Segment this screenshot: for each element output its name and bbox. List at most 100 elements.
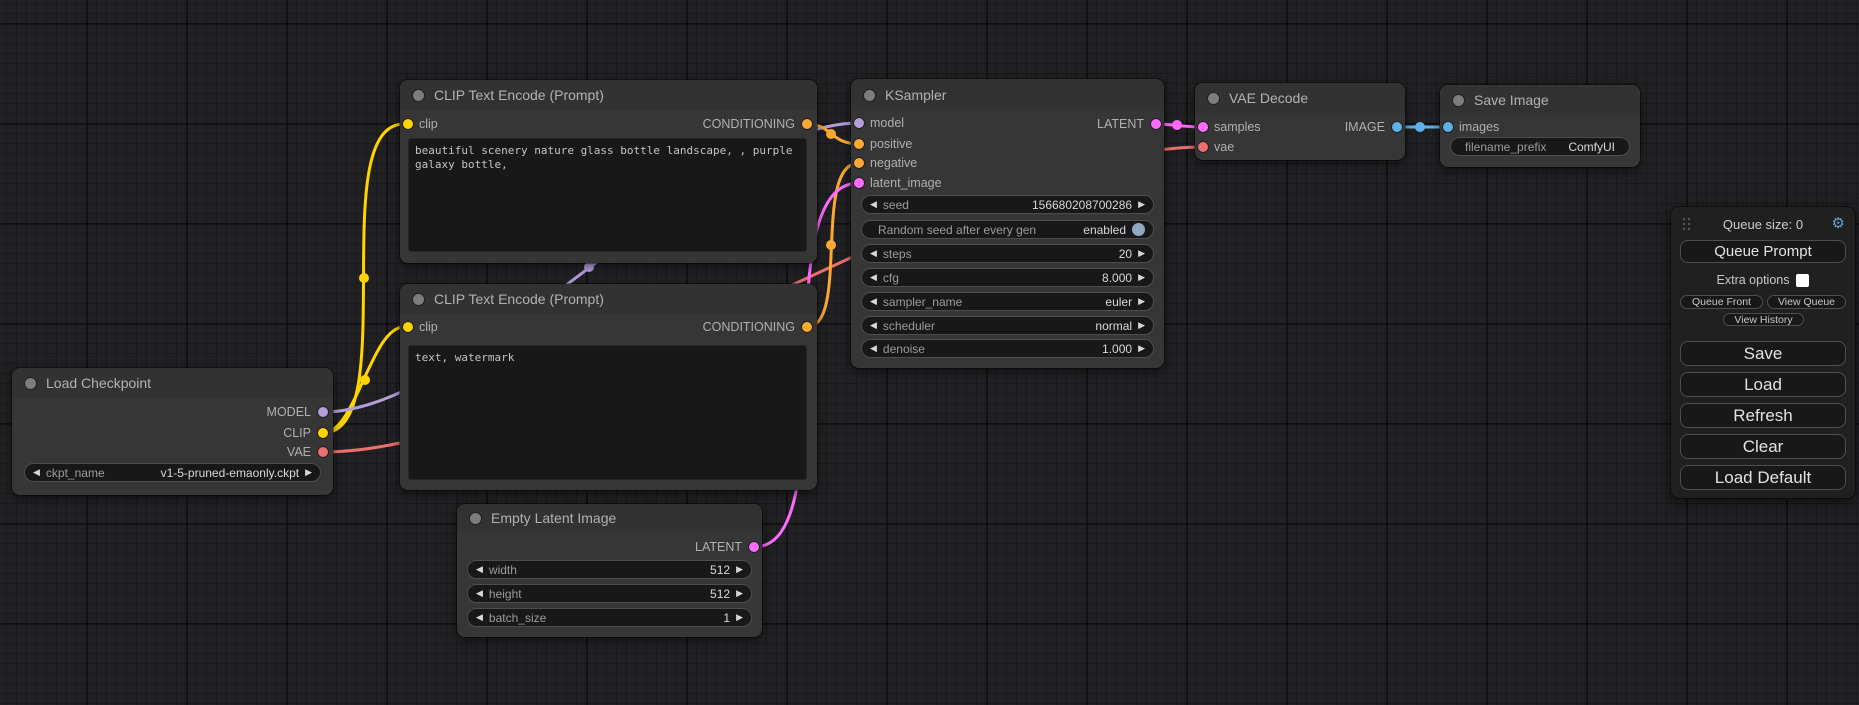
sampler-name-widget[interactable]: ◀ sampler_name euler ▶ [861,292,1154,311]
comfyui-canvas[interactable]: Load Checkpoint MODEL CLIP VAE ◀ ckpt_na… [0,0,1859,705]
input-label: positive [870,137,912,151]
collapse-dot-icon[interactable] [864,90,875,101]
widget-value: 1 [723,611,730,625]
collapse-dot-icon[interactable] [413,90,424,101]
input-port-vae[interactable] [1198,142,1208,152]
decrement-arrow-icon[interactable]: ◀ [476,560,483,579]
decrement-arrow-icon[interactable]: ◀ [33,463,40,482]
input-label: vae [1214,140,1234,154]
output-port-vae[interactable] [318,447,328,457]
input-port-clip[interactable] [403,119,413,129]
input-port-images[interactable] [1443,122,1453,132]
decrement-arrow-icon[interactable]: ◀ [476,608,483,627]
increment-arrow-icon[interactable]: ▶ [736,584,743,603]
increment-arrow-icon[interactable]: ▶ [1138,292,1145,311]
decrement-arrow-icon[interactable]: ◀ [870,316,877,335]
load-button[interactable]: Load [1680,372,1846,397]
decrement-arrow-icon[interactable]: ◀ [476,584,483,603]
input-port-model[interactable] [854,118,864,128]
input-port-positive[interactable] [854,139,864,149]
output-port-image[interactable] [1392,122,1402,132]
increment-arrow-icon[interactable]: ▶ [736,560,743,579]
node-ksampler[interactable]: KSampler model positive negative latent_… [851,79,1164,368]
positive-prompt-textarea[interactable]: beautiful scenery nature glass bottle la… [408,138,807,252]
input-port-clip[interactable] [403,322,413,332]
denoise-widget[interactable]: ◀ denoise 1.000 ▶ [861,339,1154,358]
queue-prompt-button[interactable]: Queue Prompt [1680,240,1846,263]
collapse-dot-icon[interactable] [1453,95,1464,106]
collapse-dot-icon[interactable] [470,513,481,524]
input-port-negative[interactable] [854,158,864,168]
save-button[interactable]: Save [1680,341,1846,366]
output-port-model[interactable] [318,407,328,417]
widget-label: denoise [883,342,1096,356]
node-load-checkpoint[interactable]: Load Checkpoint MODEL CLIP VAE ◀ ckpt_na… [12,368,333,495]
node-vae-decode[interactable]: VAE Decode samples vae IMAGE [1195,83,1405,160]
filename-prefix-widget[interactable]: filename_prefix ComfyUI [1450,137,1630,156]
negative-prompt-textarea[interactable]: text, watermark [408,345,807,480]
node-title: Empty Latent Image [491,510,616,526]
decrement-arrow-icon[interactable]: ◀ [870,292,877,311]
widget-label: steps [883,247,1113,261]
increment-arrow-icon[interactable]: ▶ [1138,268,1145,287]
load-default-button[interactable]: Load Default [1680,465,1846,490]
widget-label: Random seed after every gen [878,223,1077,237]
input-port-samples[interactable] [1198,122,1208,132]
increment-arrow-icon[interactable]: ▶ [1138,339,1145,358]
increment-arrow-icon[interactable]: ▶ [305,463,312,482]
widget-value: 1.000 [1102,342,1132,356]
node-title: CLIP Text Encode (Prompt) [434,87,604,103]
scheduler-widget[interactable]: ◀ scheduler normal ▶ [861,316,1154,335]
view-queue-button[interactable]: View Queue [1767,295,1846,309]
collapse-dot-icon[interactable] [1208,93,1219,104]
height-widget[interactable]: ◀ height 512 ▶ [467,584,752,603]
output-label: MODEL [267,405,311,419]
node-title-bar[interactable]: Save Image [1440,85,1640,115]
node-clip-text-encode-positive[interactable]: CLIP Text Encode (Prompt) clip CONDITION… [400,80,817,263]
output-port-latent[interactable] [749,542,759,552]
widget-label: batch_size [489,611,717,625]
toggle-dot-icon[interactable] [1132,223,1145,236]
node-title-bar[interactable]: Empty Latent Image [457,504,762,532]
decrement-arrow-icon[interactable]: ◀ [870,268,877,287]
increment-arrow-icon[interactable]: ▶ [1138,244,1145,263]
node-empty-latent-image[interactable]: Empty Latent Image LATENT ◀ width 512 ▶ … [457,504,762,637]
increment-arrow-icon[interactable]: ▶ [736,608,743,627]
view-history-button[interactable]: View History [1723,313,1804,326]
output-port-latent[interactable] [1151,119,1161,129]
widget-value: euler [1105,295,1132,309]
seed-widget[interactable]: ◀ seed 156680208700286 ▶ [861,195,1154,214]
decrement-arrow-icon[interactable]: ◀ [870,339,877,358]
node-title: Load Checkpoint [46,375,151,391]
refresh-button[interactable]: Refresh [1680,403,1846,428]
widget-label: scheduler [883,319,1089,333]
node-title-bar[interactable]: CLIP Text Encode (Prompt) [400,80,817,110]
node-title-bar[interactable]: CLIP Text Encode (Prompt) [400,284,817,314]
random-seed-toggle-widget[interactable]: Random seed after every gen enabled [861,220,1154,239]
node-title-bar[interactable]: KSampler [851,79,1164,111]
collapse-dot-icon[interactable] [413,294,424,305]
increment-arrow-icon[interactable]: ▶ [1138,316,1145,335]
steps-widget[interactable]: ◀ steps 20 ▶ [861,244,1154,263]
collapse-dot-icon[interactable] [25,378,36,389]
output-port-conditioning[interactable] [802,119,812,129]
node-title-bar[interactable]: VAE Decode [1195,83,1405,113]
batch-size-widget[interactable]: ◀ batch_size 1 ▶ [467,608,752,627]
queue-front-button[interactable]: Queue Front [1680,295,1763,309]
ckpt-name-widget[interactable]: ◀ ckpt_name v1-5-pruned-emaonly.ckpt ▶ [24,463,321,482]
input-port-latent-image[interactable] [854,178,864,188]
widget-label: filename_prefix [1465,140,1562,154]
extra-options-checkbox[interactable] [1796,274,1809,287]
increment-arrow-icon[interactable]: ▶ [1138,195,1145,214]
decrement-arrow-icon[interactable]: ◀ [870,195,877,214]
node-title-bar[interactable]: Load Checkpoint [12,368,333,398]
width-widget[interactable]: ◀ width 512 ▶ [467,560,752,579]
node-save-image[interactable]: Save Image images filename_prefix ComfyU… [1440,85,1640,167]
cfg-widget[interactable]: ◀ cfg 8.000 ▶ [861,268,1154,287]
output-label: LATENT [695,540,742,554]
clear-button[interactable]: Clear [1680,434,1846,459]
node-clip-text-encode-negative[interactable]: CLIP Text Encode (Prompt) clip CONDITION… [400,284,817,490]
output-port-conditioning[interactable] [802,322,812,332]
decrement-arrow-icon[interactable]: ◀ [870,244,877,263]
output-port-clip[interactable] [318,428,328,438]
